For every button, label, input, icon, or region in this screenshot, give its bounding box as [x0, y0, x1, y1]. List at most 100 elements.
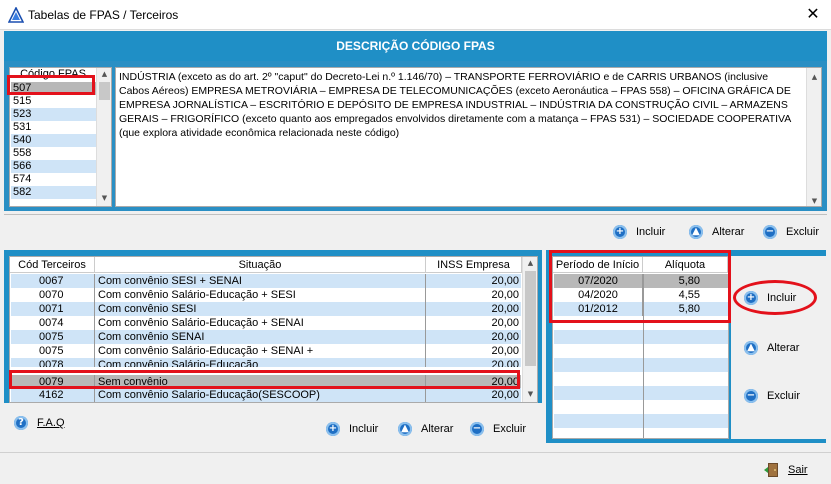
- col-header-code[interactable]: Cód Terceiros: [10, 257, 95, 273]
- fpas-alter-label: Alterar: [712, 226, 745, 238]
- terceiros-actions-bar: [4, 403, 542, 443]
- period-alter-button[interactable]: ▲ Alterar: [744, 341, 799, 355]
- triangle-up-circle-icon: ▲: [689, 225, 703, 239]
- scroll-up-icon[interactable]: ▲: [97, 70, 112, 78]
- cell-code: 0074: [11, 316, 95, 330]
- fpas-code-row[interactable]: 574: [11, 173, 96, 186]
- cell-inss: 20,00: [491, 359, 519, 367]
- table-row: [554, 414, 728, 428]
- table-row[interactable]: 0070 Com convênio Salário-Educação + SES…: [11, 288, 521, 302]
- cell-inss: 20,00: [491, 331, 519, 343]
- faq-label: F.A.Q: [37, 417, 65, 429]
- period-delete-label: Excluir: [767, 390, 801, 402]
- cell-inss: 20,00: [491, 389, 519, 401]
- cell-situation: Com convênio Salário-Educação + SESI: [95, 288, 426, 302]
- period-alter-label: Alterar: [767, 342, 800, 354]
- cell-situation: Com convênio SESI: [95, 302, 426, 316]
- terceiros-delete-button[interactable]: − Excluir: [470, 422, 526, 436]
- table-row: [554, 358, 728, 372]
- table-row: [554, 344, 728, 358]
- fpas-list-scrollbar[interactable]: ▲ ▼: [96, 68, 111, 206]
- cell-situation: Com convênio Salario-Educação(SESCOOP): [95, 388, 426, 402]
- window-title: Tabelas de FPAS / Terceiros: [28, 8, 179, 22]
- fpas-include-label: Incluir: [636, 226, 666, 238]
- divider: [4, 214, 827, 215]
- table-row[interactable]: 0075 Com convênio Salário-Educação + SEN…: [11, 344, 521, 358]
- fpas-code-row[interactable]: 531: [11, 121, 96, 134]
- fpas-highlight-box: [7, 75, 95, 95]
- periods-highlight-box: [549, 250, 731, 323]
- table-row: [554, 372, 728, 386]
- cell-situation: Com convênio Salário-Educação: [95, 358, 426, 367]
- cell-code: 0078: [11, 358, 95, 367]
- cell-situation: Com convênio Salário-Educação + SENAI +: [95, 344, 426, 358]
- fpas-code-row[interactable]: 582: [11, 186, 96, 199]
- table-row[interactable]: 4162 Com convênio Salario-Educação(SESCO…: [11, 388, 521, 402]
- fpas-code-row[interactable]: 523: [11, 108, 96, 121]
- table-row[interactable]: 0074 Com convênio Salário-Educação + SEN…: [11, 316, 521, 330]
- cell-inss: 20,00: [491, 317, 519, 329]
- fpas-include-button[interactable]: + Incluir: [613, 225, 665, 239]
- col-header-inss[interactable]: INSS Empresa: [426, 257, 522, 273]
- fpas-code-row[interactable]: 515: [11, 95, 96, 108]
- app-icon: [8, 7, 24, 23]
- include-highlight-ellipse: [733, 280, 817, 315]
- triangle-up-circle-icon: ▲: [744, 341, 758, 355]
- cell-situation: Com convênio SENAI: [95, 330, 426, 344]
- description-scrollbar[interactable]: ▲ ▼: [806, 68, 821, 206]
- fpas-code-row[interactable]: 558: [11, 147, 96, 160]
- cell-code: 0075: [11, 344, 95, 358]
- fpas-delete-button[interactable]: − Excluir: [763, 225, 819, 239]
- cell-inss: 20,00: [491, 303, 519, 315]
- fpas-banner: DESCRIÇÃO CÓDIGO FPAS: [4, 31, 827, 61]
- table-row: [554, 330, 728, 344]
- fpas-description[interactable]: INDÚSTRIA (exceto as do art. 2º "caput" …: [115, 67, 822, 207]
- cell-code: 0075: [11, 330, 95, 344]
- door-exit-icon: [764, 463, 778, 477]
- fpas-code-row[interactable]: 566: [11, 160, 96, 173]
- cell-inss: 20,00: [491, 275, 519, 287]
- terceiros-include-label: Incluir: [349, 423, 379, 435]
- scroll-thumb[interactable]: [525, 271, 536, 366]
- table-row: [554, 400, 728, 414]
- scroll-up-icon[interactable]: ▲: [807, 70, 822, 84]
- scroll-up-icon[interactable]: ▲: [523, 259, 538, 267]
- fpas-delete-label: Excluir: [786, 226, 820, 238]
- minus-circle-icon: −: [470, 422, 484, 436]
- table-row: [554, 386, 728, 400]
- faq-button[interactable]: ? F.A.Q: [14, 416, 65, 430]
- close-icon[interactable]: ✕: [803, 4, 823, 24]
- terceiros-delete-label: Excluir: [493, 423, 527, 435]
- scroll-down-icon[interactable]: ▼: [523, 390, 538, 398]
- scroll-down-icon[interactable]: ▼: [97, 194, 112, 202]
- fpas-description-text: INDÚSTRIA (exceto as do art. 2º "caput" …: [119, 71, 791, 139]
- table-row[interactable]: 0067 Com convênio SESI + SENAI 20,00: [11, 274, 521, 288]
- cell-code: 0071: [11, 302, 95, 316]
- scroll-down-icon[interactable]: ▼: [807, 194, 822, 208]
- exit-button[interactable]: Sair: [764, 462, 808, 478]
- plus-circle-icon: +: [613, 225, 627, 239]
- cell-code: 0070: [11, 288, 95, 302]
- exit-label: Sair: [788, 464, 808, 476]
- minus-circle-icon: −: [763, 225, 777, 239]
- terceiros-alter-button[interactable]: ▲ Alterar: [398, 422, 453, 436]
- terceiros-include-button[interactable]: + Incluir: [326, 422, 378, 436]
- cell-inss: 20,00: [491, 345, 519, 357]
- fpas-code-row[interactable]: 540: [11, 134, 96, 147]
- col-header-situation[interactable]: Situação: [95, 257, 426, 273]
- plus-circle-icon: +: [326, 422, 340, 436]
- period-delete-button[interactable]: − Excluir: [744, 389, 800, 403]
- cell-inss: 20,00: [491, 289, 519, 301]
- table-row[interactable]: 0071 Com convênio SESI 20,00: [11, 302, 521, 316]
- window-title-bar: Tabelas de FPAS / Terceiros ✕: [0, 0, 831, 30]
- table-row[interactable]: 0078 Com convênio Salário-Educação 20,00: [11, 358, 521, 367]
- triangle-up-circle-icon: ▲: [398, 422, 412, 436]
- terceiros-scrollbar[interactable]: ▲ ▼: [522, 257, 537, 402]
- fpas-alter-button[interactable]: ▲ Alterar: [689, 225, 744, 239]
- cell-situation: Com convênio Salário-Educação + SENAI: [95, 316, 426, 330]
- help-circle-icon: ?: [14, 416, 28, 430]
- scroll-thumb[interactable]: [99, 82, 110, 100]
- terceiros-highlight-box: [9, 370, 520, 389]
- table-row[interactable]: 0075 Com convênio SENAI 20,00: [11, 330, 521, 344]
- footer-bar: [0, 452, 831, 484]
